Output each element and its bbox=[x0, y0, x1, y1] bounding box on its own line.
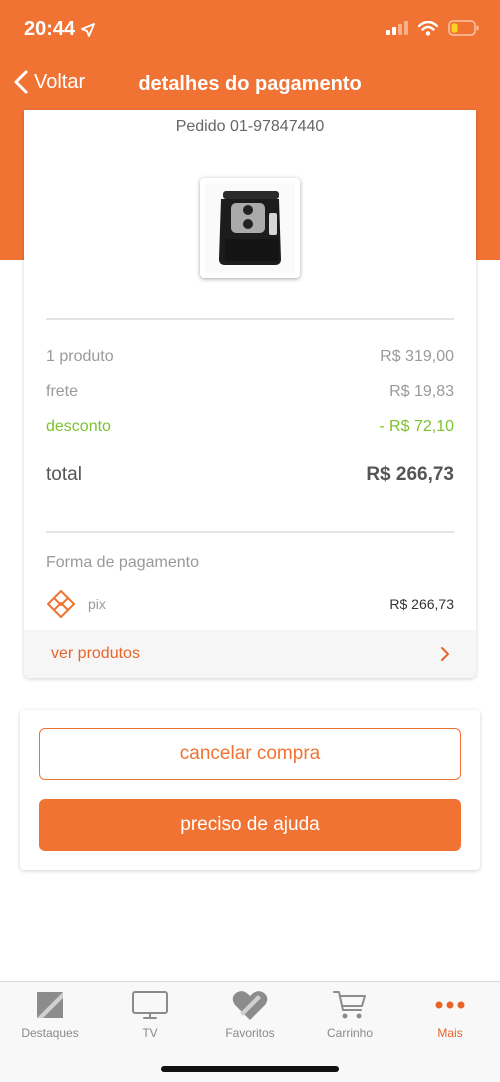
summary-discount-row: desconto - R$ 72,10 bbox=[46, 418, 454, 436]
tab-label: Destaques bbox=[21, 1026, 79, 1040]
battery-low-icon bbox=[448, 20, 479, 36]
payment-method-row: pix R$ 266,73 bbox=[46, 590, 454, 618]
summary-shipping-row: frete R$ 19,83 bbox=[46, 383, 454, 401]
heart-icon bbox=[232, 991, 268, 1020]
order-id: Pedido 01-97847440 bbox=[175, 118, 325, 135]
clock-text: 20:44 bbox=[24, 18, 76, 40]
navigation-bar: Voltar detalhes do pagamento bbox=[0, 60, 500, 110]
wifi-icon bbox=[418, 20, 438, 36]
divider bbox=[46, 318, 454, 320]
cart-icon bbox=[333, 991, 366, 1019]
tab-tv[interactable]: TV bbox=[100, 988, 200, 1048]
tab-mais[interactable]: Mais bbox=[400, 988, 500, 1048]
pix-icon bbox=[47, 590, 75, 618]
tab-label: Favoritos bbox=[225, 1026, 275, 1040]
home-indicator bbox=[161, 1066, 339, 1072]
location-arrow-icon bbox=[81, 22, 96, 37]
shipping-label: frete bbox=[46, 383, 79, 400]
total-label: total bbox=[46, 464, 82, 485]
page-title: detalhes do pagamento bbox=[138, 73, 362, 95]
order-details-card: Pedido 01-97847440 1 produto R$ 319,00 f… bbox=[24, 110, 476, 678]
tv-icon bbox=[132, 991, 168, 1019]
summary-total-row: total R$ 266,73 bbox=[46, 464, 454, 486]
status-bar: 20:44 bbox=[0, 0, 500, 60]
tab-destaques[interactable]: Destaques bbox=[0, 988, 100, 1048]
summary-products-row: 1 produto R$ 319,00 bbox=[46, 348, 454, 366]
product-thumbnail[interactable] bbox=[200, 178, 300, 278]
air-fryer-image bbox=[205, 183, 295, 273]
tab-label: Mais bbox=[437, 1026, 463, 1040]
see-products-link[interactable]: ver produtos bbox=[24, 630, 476, 678]
total-value: R$ 266,73 bbox=[366, 464, 454, 485]
highlights-icon bbox=[37, 992, 63, 1018]
more-icon bbox=[435, 1001, 465, 1009]
status-time: 20:44 bbox=[24, 18, 96, 41]
discount-label: desconto bbox=[46, 418, 111, 435]
status-icons bbox=[386, 20, 480, 36]
payment-method: pix bbox=[88, 596, 106, 612]
actions-card: cancelar compra preciso de ajuda bbox=[20, 710, 480, 870]
tab-carrinho[interactable]: Carrinho bbox=[300, 988, 400, 1048]
tab-favoritos[interactable]: Favoritos bbox=[200, 988, 300, 1048]
discount-value: - R$ 72,10 bbox=[379, 418, 454, 435]
signal-icon bbox=[386, 21, 408, 35]
tab-label: TV bbox=[142, 1026, 158, 1040]
shipping-value: R$ 19,83 bbox=[389, 383, 454, 400]
cancel-purchase-button[interactable]: cancelar compra bbox=[39, 728, 461, 780]
tab-label: Carrinho bbox=[326, 1026, 374, 1040]
products-value: R$ 319,00 bbox=[380, 348, 454, 365]
products-label: 1 produto bbox=[46, 348, 114, 365]
see-products-label: ver produtos bbox=[51, 645, 140, 662]
chevron-right-icon bbox=[441, 647, 449, 661]
payment-section-label: Forma de pagamento bbox=[46, 554, 199, 571]
divider bbox=[46, 531, 454, 533]
need-help-button[interactable]: preciso de ajuda bbox=[39, 799, 461, 851]
payment-amount: R$ 266,73 bbox=[389, 596, 454, 612]
